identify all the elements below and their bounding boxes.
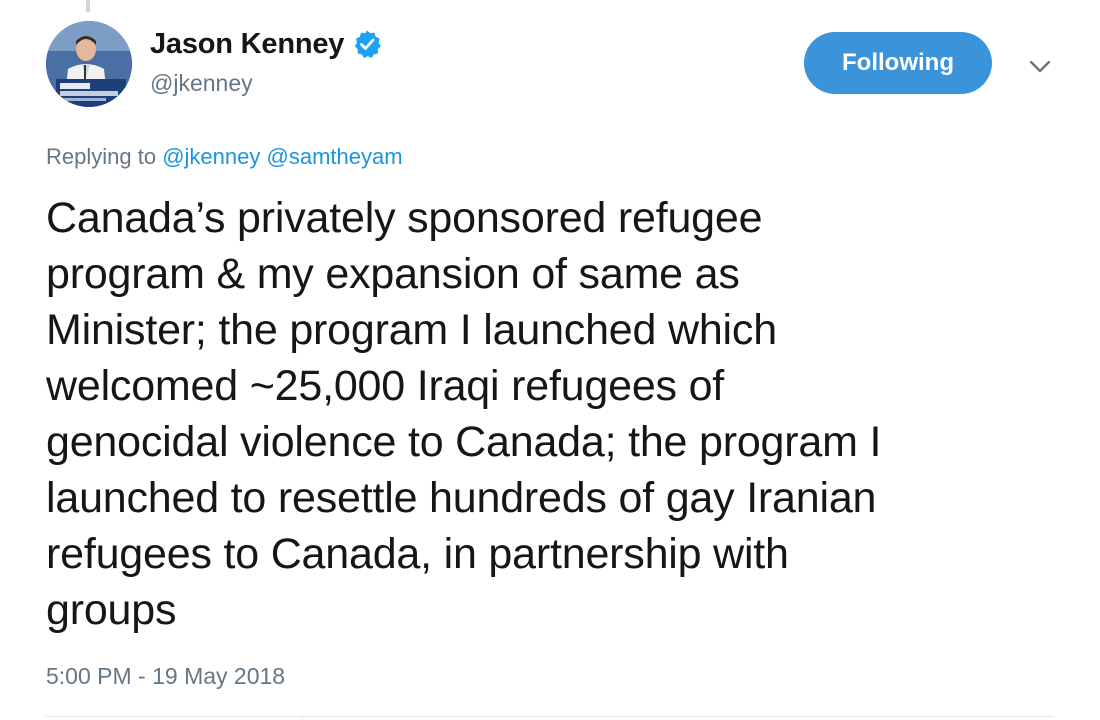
- profile-photo-icon: [46, 21, 132, 107]
- chevron-down-icon[interactable]: [1026, 52, 1054, 80]
- tweet-text-line: groups: [46, 586, 177, 634]
- author-handle[interactable]: @jkenney: [150, 70, 382, 97]
- verified-badge-icon: [355, 30, 382, 58]
- tweet-text-line: launched to resettle hundreds of gay Ira…: [46, 474, 877, 522]
- tweet-text-line: Canada’s privately sponsored refugee: [46, 194, 763, 242]
- thread-connector-line: [86, 0, 90, 12]
- tweet-text-line: genocidal violence to Canada; the progra…: [46, 418, 882, 466]
- tweet-text-line: welcomed ~25,000 Iraqi refugees of: [46, 362, 725, 410]
- tweet-card: Jason Kenney @jkenney Following Replying…: [0, 0, 1100, 720]
- avatar[interactable]: [46, 21, 132, 107]
- tweet-text-line: Minister; the program I launched which: [46, 306, 777, 354]
- name-row: Jason Kenney: [150, 26, 382, 62]
- replying-prefix: Replying to: [46, 144, 157, 169]
- tweet-text-line: refugees to Canada, in partnership with: [46, 530, 789, 578]
- divider: [46, 716, 1054, 717]
- following-button[interactable]: Following: [804, 32, 992, 94]
- tweet-timestamp[interactable]: 5:00 PM - 19 May 2018: [46, 663, 285, 690]
- tweet-text: Canada’s privately sponsored refugee pro…: [46, 190, 1056, 638]
- tweet-text-line: program & my expansion of same as: [46, 250, 740, 298]
- divider-tick: [302, 716, 303, 720]
- author-display-name[interactable]: Jason Kenney: [150, 28, 344, 61]
- replying-to: Replying to @jkenney @samtheyam: [46, 144, 403, 170]
- mention-link-samtheyam[interactable]: @samtheyam: [267, 144, 403, 169]
- tweet-header: Jason Kenney @jkenney: [150, 26, 382, 97]
- mention-link-jkenney[interactable]: @jkenney: [162, 144, 260, 169]
